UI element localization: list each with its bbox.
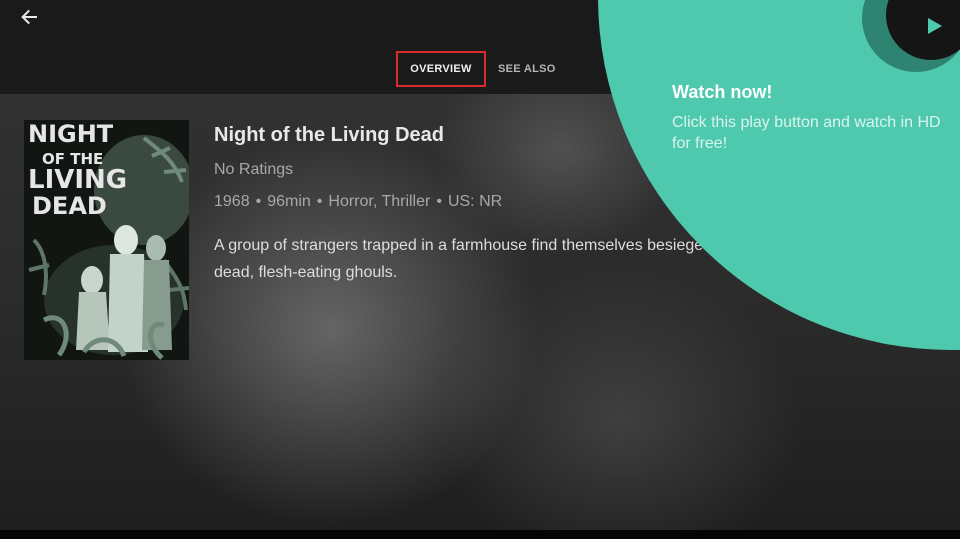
tab-bar: OVERVIEW SEE ALSO xyxy=(396,50,568,88)
movie-certification: US: NR xyxy=(447,193,503,210)
movie-poster[interactable]: NIGHT OF THE LIVING DEAD xyxy=(24,120,189,360)
movie-detail-screen: OVERVIEW SEE ALSO NIGHT OF THE LIVING DE… xyxy=(0,0,960,539)
meta-separator: • xyxy=(255,193,262,210)
movie-genres: Horror, Thriller xyxy=(328,193,431,210)
movie-meta: 1968 • 96min • Horror, Thriller • US: NR xyxy=(214,193,502,211)
movie-duration: 96min xyxy=(267,193,311,210)
back-button[interactable] xyxy=(14,4,44,30)
arrow-left-icon xyxy=(21,9,37,25)
tutorial-title: Watch now! xyxy=(672,82,773,102)
play-icon xyxy=(928,18,942,34)
tab-overview[interactable]: OVERVIEW xyxy=(396,51,486,87)
movie-year: 1968 xyxy=(214,193,250,210)
tutorial-body: Click this play button and watch in HD f… xyxy=(672,114,941,152)
poster-title-line-3: LIVING xyxy=(28,165,127,195)
meta-separator: • xyxy=(436,193,442,210)
bottom-bar xyxy=(0,530,960,539)
poster-title-line-1: NIGHT xyxy=(28,120,114,148)
poster-title-line-4: DEAD xyxy=(32,192,107,220)
poster-artwork: NIGHT OF THE LIVING DEAD xyxy=(24,120,189,360)
movie-title: Night of the Living Dead xyxy=(214,124,444,146)
tab-see-also[interactable]: SEE ALSO xyxy=(486,51,568,87)
movie-rating: No Ratings xyxy=(214,161,294,178)
meta-separator: • xyxy=(316,193,323,210)
